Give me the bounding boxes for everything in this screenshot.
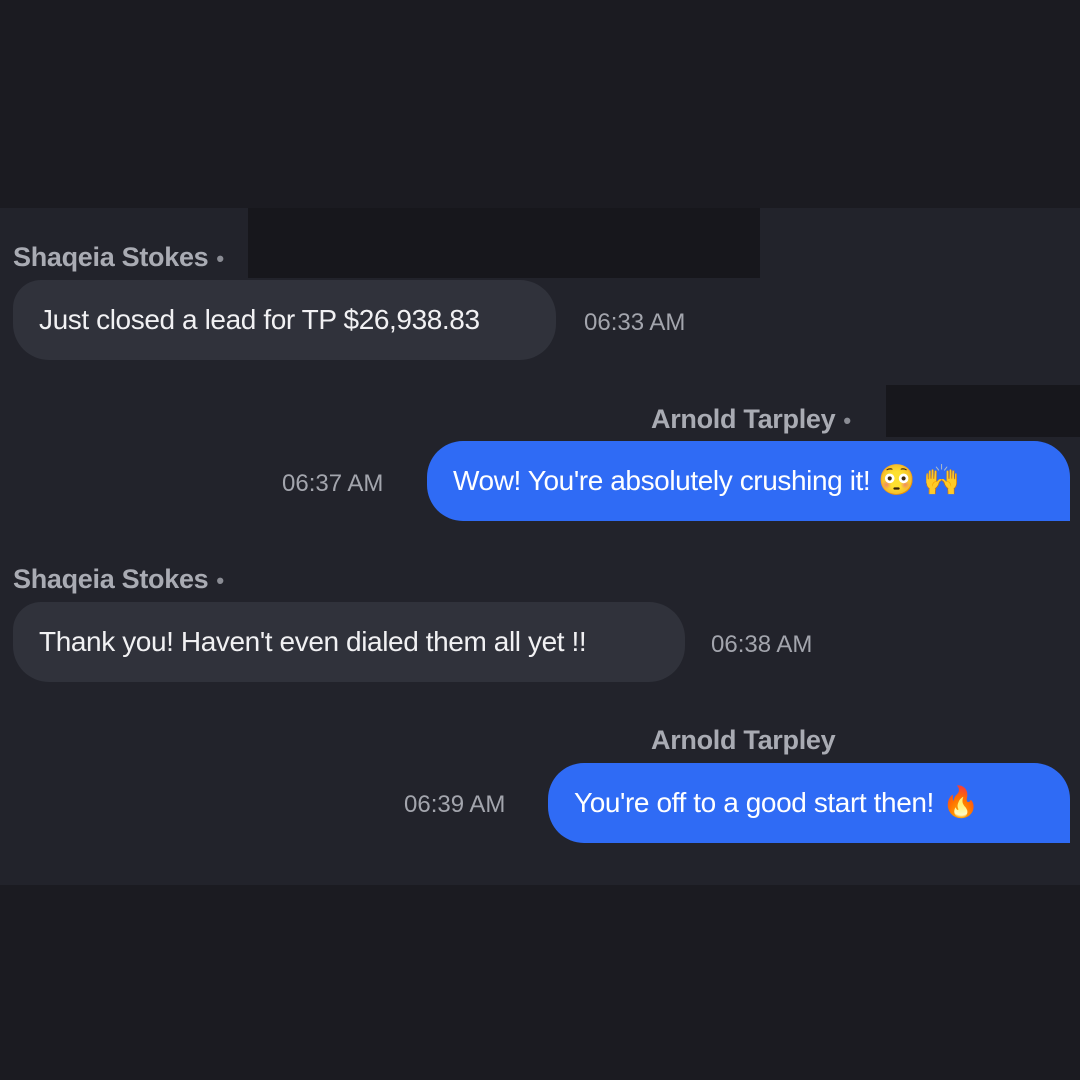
message-bubble[interactable]: Just closed a lead for TP $26,938.83 bbox=[13, 280, 556, 360]
raising-hands-emoji-icon: 🙌 bbox=[923, 464, 961, 497]
sender-name: Shaqeia Stokes bbox=[13, 242, 209, 272]
message-timestamp: 06:33 AM bbox=[584, 309, 686, 336]
message-text: You're off to a good start then! bbox=[574, 787, 934, 818]
message-sender: Arnold Tarpley • bbox=[651, 404, 851, 435]
separator-dot: • bbox=[216, 246, 224, 271]
sender-name: Shaqeia Stokes bbox=[13, 564, 209, 594]
separator-dot: • bbox=[216, 568, 224, 593]
exploding-head-emoji-icon: 😳 bbox=[878, 464, 916, 497]
message-timestamp: 06:37 AM bbox=[282, 470, 384, 497]
redacted-area bbox=[248, 208, 760, 278]
fire-emoji-icon: 🔥 bbox=[941, 786, 979, 819]
chat-panel: Shaqeia Stokes • Just closed a lead for T… bbox=[0, 208, 1080, 885]
message-sender: Shaqeia Stokes • bbox=[13, 564, 224, 595]
message-bubble[interactable]: You're off to a good start then! 🔥 bbox=[548, 763, 1070, 843]
message-text: Just closed a lead for TP $26,938.83 bbox=[39, 304, 480, 335]
message-timestamp: 06:39 AM bbox=[404, 791, 506, 818]
message-text: Thank you! Haven't even dialed them all … bbox=[39, 626, 587, 657]
redacted-area bbox=[886, 385, 1080, 437]
message-timestamp: 06:38 AM bbox=[711, 631, 813, 658]
sender-name: Arnold Tarpley bbox=[651, 404, 836, 434]
message-sender: Shaqeia Stokes • bbox=[13, 242, 224, 273]
message-bubble[interactable]: Wow! You're absolutely crushing it! 😳 🙌 bbox=[427, 441, 1070, 521]
message-sender: Arnold Tarpley bbox=[651, 725, 836, 756]
sender-name: Arnold Tarpley bbox=[651, 725, 836, 755]
message-bubble[interactable]: Thank you! Haven't even dialed them all … bbox=[13, 602, 685, 682]
separator-dot: • bbox=[843, 408, 851, 433]
message-text: Wow! You're absolutely crushing it! bbox=[453, 465, 871, 496]
